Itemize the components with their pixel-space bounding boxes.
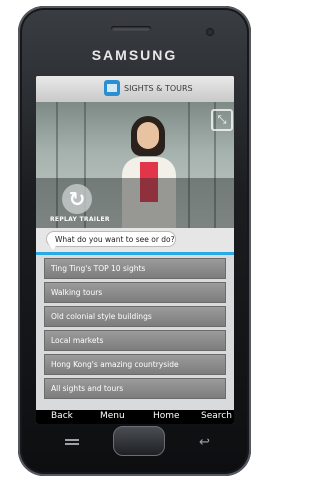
accent-divider xyxy=(36,252,234,255)
presenter-face xyxy=(137,122,159,149)
tour-menu: Ting Ting's TOP 10 sights Walking tours … xyxy=(44,258,226,402)
softkey-back[interactable]: Back xyxy=(51,411,73,421)
app-header: SIGHTS & TOURS xyxy=(36,76,234,103)
replay-icon[interactable]: ↻ xyxy=(62,184,92,214)
phone-frame: SAMSUNG SIGHTS & TOURS ⤡ ↻ REPLAY TRAILE… xyxy=(18,6,251,476)
prompt-bubble-tail xyxy=(48,243,58,250)
menu-item-local-markets[interactable]: Local markets xyxy=(44,330,226,351)
softkey-bar: Back Menu Home Search xyxy=(36,410,234,424)
menu-item-walking-tours[interactable]: Walking tours xyxy=(44,282,226,303)
menu-item-colonial-buildings[interactable]: Old colonial style buildings xyxy=(44,306,226,327)
prompt-area: What do you want to see or do? xyxy=(36,228,234,254)
brand-logo: SAMSUNG xyxy=(91,47,178,63)
softkey-search[interactable]: Search xyxy=(201,411,232,421)
app-logo-icon xyxy=(104,80,120,96)
screen: SIGHTS & TOURS ⤡ ↻ REPLAY TRAILER What d… xyxy=(36,76,234,424)
hardware-home-button[interactable] xyxy=(113,426,165,456)
app-title: SIGHTS & TOURS xyxy=(124,84,193,93)
menu-item-top-10-sights[interactable]: Ting Ting's TOP 10 sights xyxy=(44,258,226,279)
replay-label[interactable]: REPLAY TRAILER xyxy=(50,216,110,223)
softkey-menu[interactable]: Menu xyxy=(100,411,125,421)
hardware-back-icon[interactable]: ↩ xyxy=(199,435,210,450)
menu-item-countryside[interactable]: Hong Kong's amazing countryside xyxy=(44,354,226,375)
softkey-home[interactable]: Home xyxy=(153,411,180,421)
hardware-menu-icon[interactable] xyxy=(65,439,79,447)
front-camera xyxy=(206,28,214,36)
menu-item-all-sights[interactable]: All sights and tours xyxy=(44,378,226,399)
expand-icon[interactable]: ⤡ xyxy=(211,109,233,131)
earpiece-speaker xyxy=(111,26,151,31)
prompt-bubble: What do you want to see or do? xyxy=(46,231,176,247)
